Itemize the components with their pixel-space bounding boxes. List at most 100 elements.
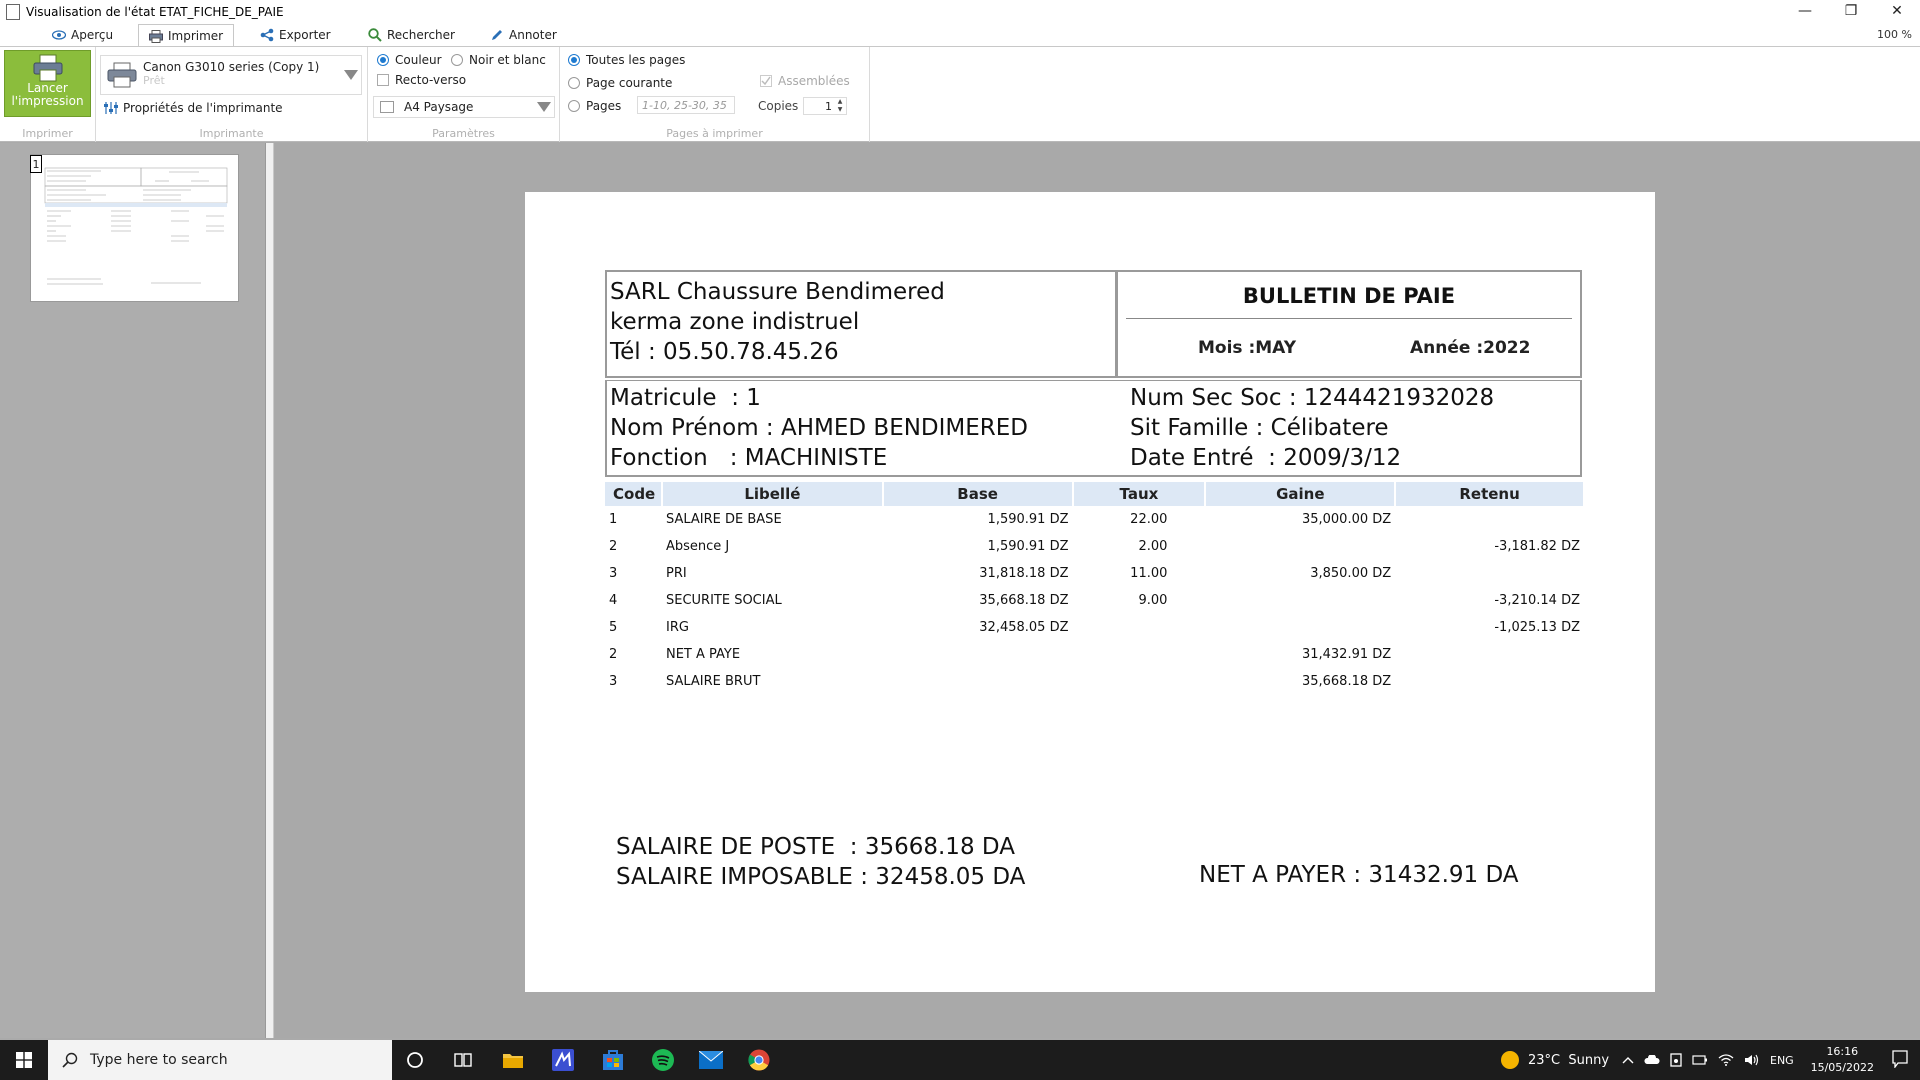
company-phone: Tél : 05.50.78.45.26 bbox=[610, 339, 839, 365]
cell-code: 5 bbox=[609, 620, 618, 635]
radio-all-pages[interactable] bbox=[568, 54, 580, 66]
task-view-icon[interactable] bbox=[450, 1048, 476, 1072]
pen-icon bbox=[490, 28, 504, 42]
cell-code: 2 bbox=[609, 539, 618, 554]
cell-libelle: PRI bbox=[665, 566, 687, 581]
bw-option[interactable]: Noir et blanc bbox=[451, 53, 546, 67]
cell-code: 3 bbox=[609, 674, 618, 689]
checkbox-collate[interactable] bbox=[760, 75, 772, 87]
company-box: SARL Chaussure Bendimered kerma zone ind… bbox=[605, 270, 1117, 378]
chrome-icon[interactable] bbox=[746, 1048, 772, 1072]
tab-apercu[interactable]: Aperçu bbox=[42, 24, 123, 46]
tab-imprimer[interactable]: Imprimer bbox=[138, 24, 235, 47]
file-explorer-icon[interactable] bbox=[500, 1048, 526, 1072]
zoom-level[interactable]: 100 % bbox=[1877, 28, 1912, 41]
title-bar: Visualisation de l'état ETAT_FICHE_DE_PA… bbox=[0, 0, 1920, 24]
collate-option-label: Assemblées bbox=[778, 74, 850, 88]
start-button[interactable] bbox=[0, 1040, 48, 1080]
taskbar-search[interactable]: Type here to search bbox=[48, 1040, 392, 1080]
cortana-icon[interactable] bbox=[402, 1048, 428, 1072]
cell-taux: 2.00 bbox=[1138, 539, 1168, 554]
cell-retenu bbox=[1395, 641, 1584, 668]
group-label-pages: Pages à imprimer bbox=[666, 127, 763, 140]
clock-date: 15/05/2022 bbox=[1810, 1061, 1874, 1074]
printer-icon bbox=[149, 29, 163, 43]
minimize-button[interactable]: — bbox=[1782, 0, 1828, 22]
weather-widget[interactable]: 23°C Sunny bbox=[1500, 1040, 1609, 1080]
duplex-option[interactable]: Recto-verso bbox=[377, 73, 466, 87]
cell-libelle: Absence J bbox=[665, 539, 730, 554]
group-label-imprimer: Imprimer bbox=[22, 127, 73, 140]
printer-select[interactable]: Canon G3010 series (Copy 1) Prêt bbox=[100, 55, 362, 95]
cell-taux: 22.00 bbox=[1130, 512, 1168, 527]
paper-select[interactable]: A4 Paysage bbox=[373, 96, 555, 118]
color-option[interactable]: Couleur bbox=[377, 53, 442, 67]
settings-sliders-icon bbox=[104, 102, 118, 114]
maximize-button[interactable]: ❐ bbox=[1828, 0, 1874, 22]
system-clock[interactable]: 16:16 15/05/2022 bbox=[1811, 1044, 1874, 1076]
radio-color[interactable] bbox=[377, 54, 389, 66]
pages-option[interactable]: Pages bbox=[568, 99, 621, 113]
radio-pages[interactable] bbox=[568, 100, 580, 112]
page-thumbnail[interactable] bbox=[30, 154, 239, 302]
cell-retenu bbox=[1395, 668, 1584, 695]
chevron-down-icon[interactable] bbox=[341, 56, 361, 94]
cell-libelle: SALAIRE BRUT bbox=[665, 674, 761, 689]
language-indicator[interactable]: ENG bbox=[1770, 1054, 1794, 1067]
month-label: Mois :MAY bbox=[1198, 338, 1297, 358]
stepper-arrows-icon[interactable]: ▲ ▼ bbox=[835, 98, 845, 114]
current-page-option[interactable]: Page courante bbox=[568, 76, 672, 90]
copies-stepper[interactable]: 1 ▲ ▼ bbox=[803, 97, 847, 115]
table-row: 5 IRG 32,458.05 DZ -1,025.13 DZ bbox=[605, 614, 1584, 641]
divider bbox=[1126, 318, 1572, 319]
ribbon: Lancer l'impression Imprimer Canon G3010… bbox=[0, 46, 1920, 142]
chevron-down-icon[interactable] bbox=[534, 97, 554, 117]
print-button[interactable]: Lancer l'impression bbox=[4, 50, 91, 117]
bulletin-box: BULLETIN DE PAIE Mois :MAY Année :2022 bbox=[1117, 270, 1582, 378]
app-icon[interactable] bbox=[550, 1048, 576, 1072]
cell-retenu bbox=[1395, 506, 1584, 533]
search-icon bbox=[62, 1052, 78, 1068]
tab-rechercher[interactable]: Rechercher bbox=[358, 24, 465, 46]
chevron-up-icon[interactable] bbox=[1622, 1056, 1634, 1064]
checkbox-duplex[interactable] bbox=[377, 74, 389, 86]
all-pages-option[interactable]: Toutes les pages bbox=[568, 53, 685, 67]
employee-fonction: Fonction : MACHINISTE bbox=[610, 445, 888, 471]
cloud-icon[interactable] bbox=[1644, 1055, 1660, 1065]
tab-exporter[interactable]: Exporter bbox=[250, 24, 341, 46]
header-retenu: Retenu bbox=[1395, 482, 1585, 506]
panel-splitter[interactable] bbox=[266, 143, 274, 1038]
document-icon bbox=[6, 4, 20, 20]
group-pages: Toutes les pages Page courante Pages Ass… bbox=[560, 47, 870, 142]
company-name: SARL Chaussure Bendimered bbox=[610, 279, 945, 305]
tab-exporter-label: Exporter bbox=[279, 28, 331, 42]
header-libelle: Libellé bbox=[661, 482, 884, 506]
notifications-icon[interactable] bbox=[1892, 1050, 1908, 1068]
printer-properties-button[interactable]: Propriétés de l'imprimante bbox=[104, 101, 283, 115]
radio-current-page[interactable] bbox=[568, 77, 580, 89]
mail-icon[interactable] bbox=[698, 1048, 724, 1072]
device-icon[interactable] bbox=[1670, 1053, 1682, 1067]
volume-icon[interactable] bbox=[1744, 1054, 1760, 1066]
spotify-icon[interactable] bbox=[650, 1048, 676, 1072]
collate-option[interactable]: Assemblées bbox=[760, 74, 850, 88]
cell-code: 1 bbox=[609, 512, 618, 527]
pages-option-label: Pages bbox=[586, 99, 622, 113]
group-imprimante: Canon G3010 series (Copy 1) Prêt Proprié… bbox=[96, 47, 368, 142]
cell-taux bbox=[1073, 614, 1206, 641]
tab-annoter[interactable]: Annoter bbox=[480, 24, 567, 46]
printer-properties-label: Propriétés de l'imprimante bbox=[123, 101, 283, 115]
cell-base bbox=[883, 641, 1073, 668]
battery-icon[interactable] bbox=[1692, 1055, 1708, 1065]
store-icon[interactable] bbox=[600, 1048, 626, 1072]
cell-gaine: 3,850.00 DZ bbox=[1310, 566, 1392, 581]
radio-bw[interactable] bbox=[451, 54, 463, 66]
wifi-icon[interactable] bbox=[1718, 1054, 1734, 1066]
pages-range-input[interactable]: 1-10, 25-30, 35 bbox=[637, 96, 735, 114]
header-base: Base bbox=[882, 482, 1074, 506]
cell-gaine: 35,668.18 DZ bbox=[1301, 674, 1392, 689]
cell-gaine: 35,000.00 DZ bbox=[1301, 512, 1392, 527]
printer-icon bbox=[107, 62, 137, 88]
cell-taux: 11.00 bbox=[1130, 566, 1168, 581]
close-button[interactable]: ✕ bbox=[1874, 0, 1920, 22]
